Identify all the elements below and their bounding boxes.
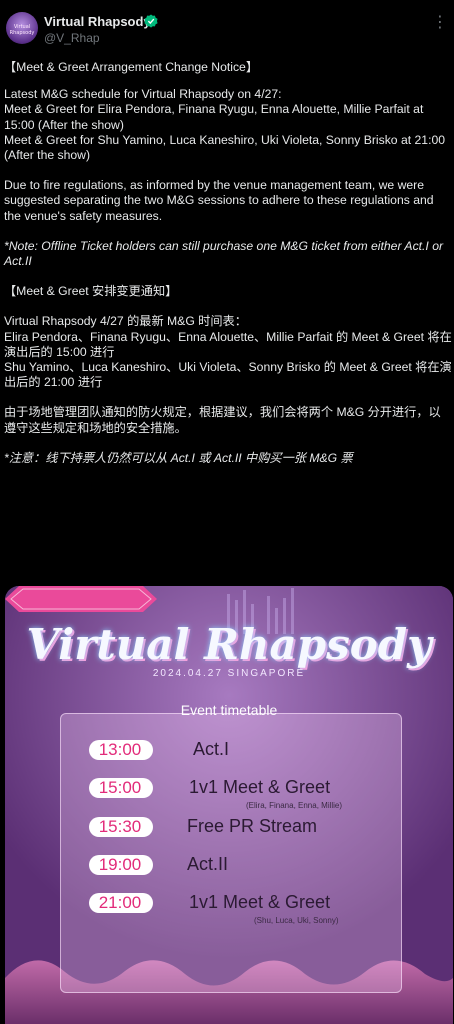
schedule-note: (Elira, Finana, Enna, Millie) xyxy=(246,801,343,810)
account-handle[interactable]: @V_Rhap xyxy=(44,31,100,45)
ribbon-label: Event timetable xyxy=(180,702,278,718)
verified-badge-icon xyxy=(144,14,158,28)
schedule-event: Free PR Stream xyxy=(187,816,318,836)
schedule-event: 1v1 Meet & Greet xyxy=(189,892,331,912)
tweet-line: Shu Yamino、Luca Kaneshiro、Uki Violeta、So… xyxy=(4,360,452,390)
tweet-line: Virtual Rhapsody 4/27 的最新 M&G 时间表： xyxy=(4,314,247,329)
tweet-line: Meet & Greet for Shu Yamino, Luca Kanesh… xyxy=(4,132,446,163)
schedule-event: Act.I xyxy=(193,739,230,759)
tweet-line: 【Meet & Greet 安排变更通知】 xyxy=(4,284,178,299)
schedule-time: 21:00 xyxy=(98,893,142,912)
ribbon: Event timetable xyxy=(153,698,305,724)
tweet-line: Due to fire regulations, as informed by … xyxy=(4,178,434,223)
tweet-line: 【Meet & Greet Arrangement Change Notice】 xyxy=(4,60,259,74)
more-options-icon[interactable]: ⋮ xyxy=(432,12,449,32)
schedule-event: 1v1 Meet & Greet xyxy=(189,777,331,797)
tweet-line: 由于场地管理团队通知的防火规定，根据建议，我们会将两个 M&G 分开进行，以遵守… xyxy=(4,405,441,435)
poster-image[interactable]: Virtual Rhapsody 2024.04.27 SINGAPORE Ev… xyxy=(5,586,453,1024)
schedule-time: 19:00 xyxy=(98,855,142,874)
avatar-text: Virtual Rhapsody xyxy=(9,24,35,36)
poster-date: 2024.04.27 SINGAPORE xyxy=(152,668,306,679)
tweet-note: *Note: Offline Ticket holders can still … xyxy=(4,238,444,269)
account-name[interactable]: Virtual Rhapsody xyxy=(44,14,151,29)
tweet-line: Meet & Greet for Elira Pendora, Finana R… xyxy=(4,102,424,132)
tweet-header: Virtual Rhapsody Virtual Rhapsody @V_Rha… xyxy=(0,0,454,56)
tweet-line: Elira Pendora、Finana Ryugu、Enna Alouette… xyxy=(4,329,452,359)
tweet-note: *注意：线下持票人仍然可以从 Act.I 或 Act.II 中购买一张 M&G … xyxy=(4,450,353,465)
schedule-note: (Shu, Luca, Uki, Sonny) xyxy=(254,916,339,925)
avatar[interactable]: Virtual Rhapsody xyxy=(6,12,38,44)
tweet-text: 【Meet & Greet Arrangement Change Notice】… xyxy=(4,60,452,466)
schedule-event: Act.II xyxy=(187,854,229,874)
schedule-time: 13:00 xyxy=(98,740,142,759)
ribbon-banner xyxy=(5,586,157,612)
schedule-time: 15:30 xyxy=(98,817,142,836)
tweet-line: Latest M&G schedule for Virtual Rhapsody… xyxy=(4,87,282,102)
poster-logo: Virtual Rhapsody xyxy=(26,620,432,669)
schedule-time: 15:00 xyxy=(98,778,142,797)
